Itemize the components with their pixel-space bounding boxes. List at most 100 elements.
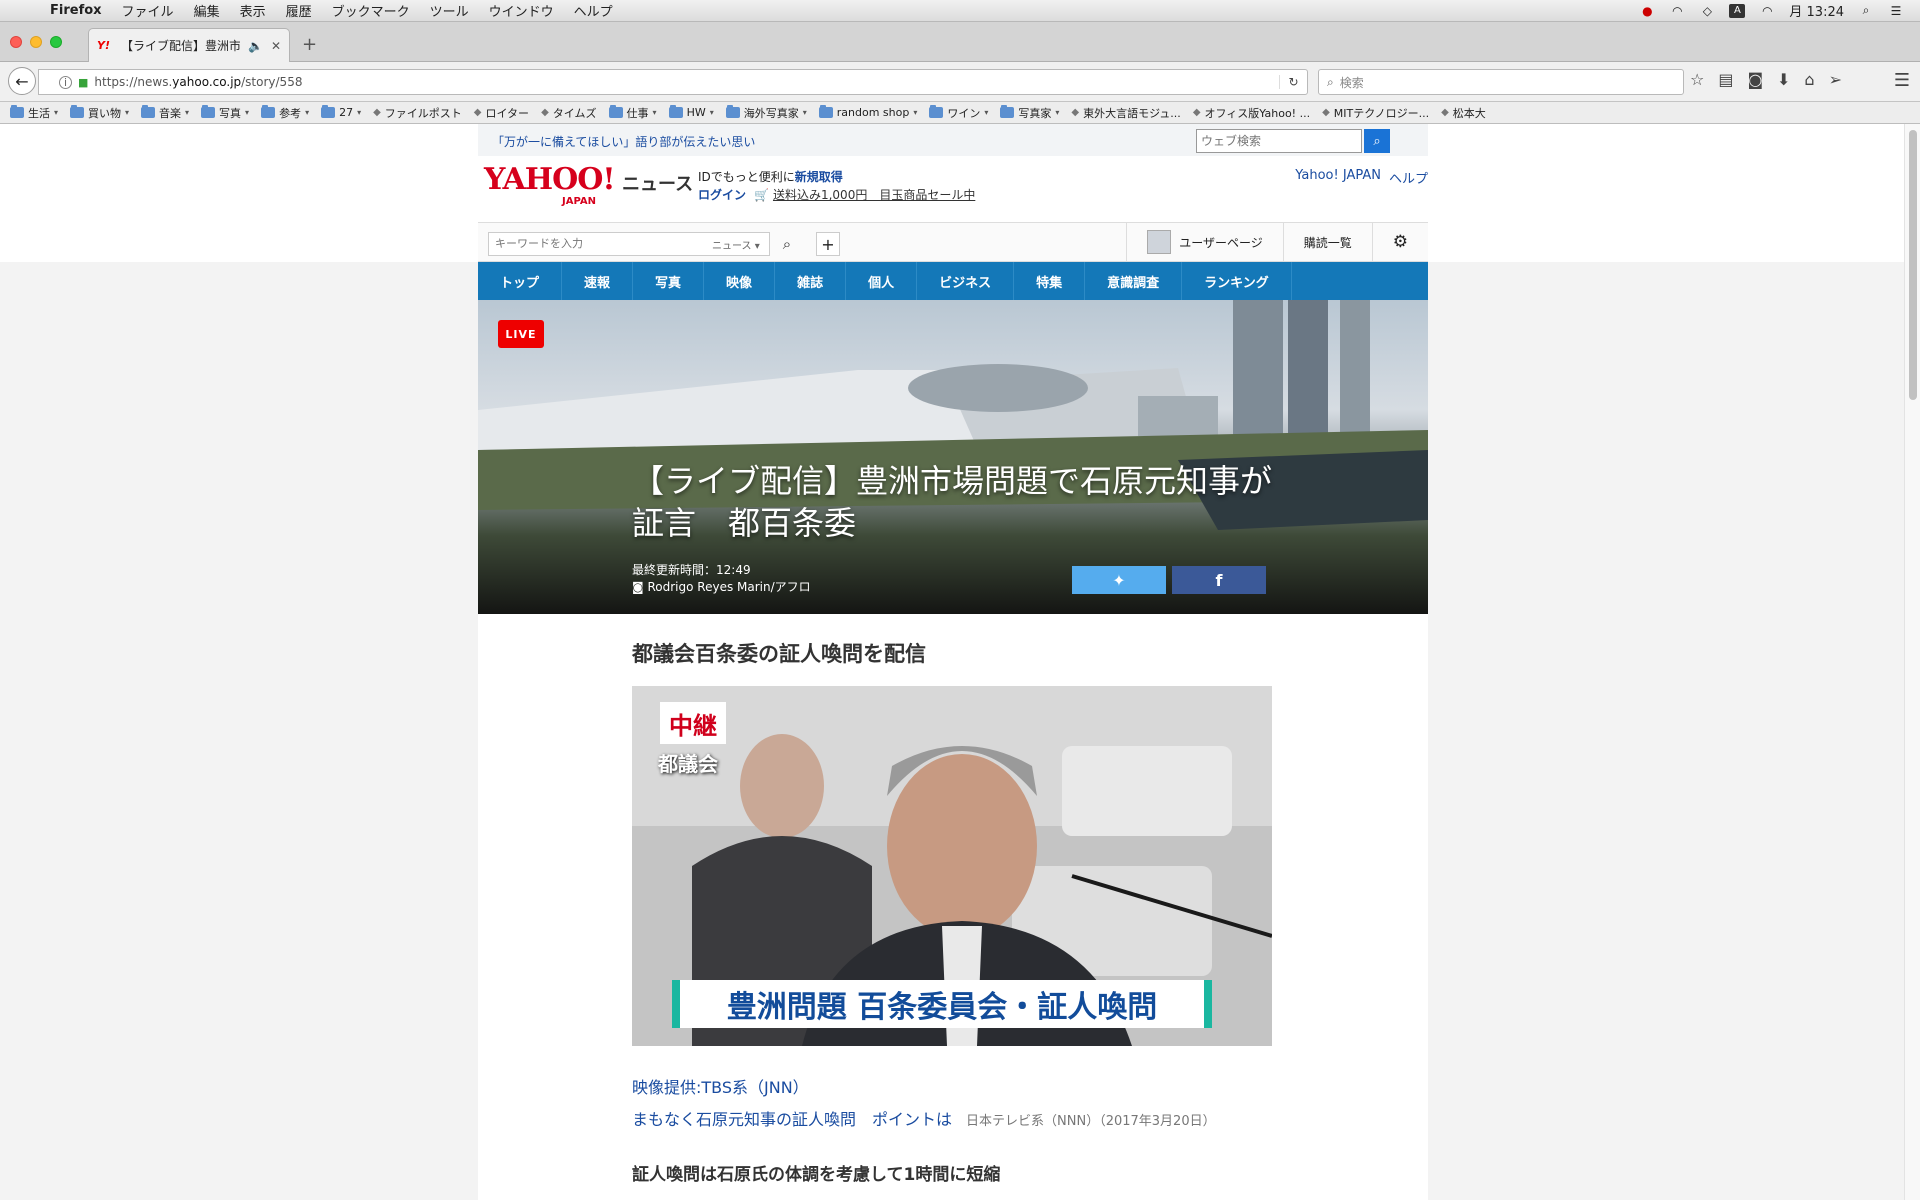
menu-bookmarks[interactable]: ブックマーク xyxy=(322,1,420,20)
web-search-input[interactable] xyxy=(1196,129,1362,153)
signup-link[interactable]: 新規取得 xyxy=(795,170,843,184)
yahoo-japan-link[interactable]: Yahoo! JAPAN xyxy=(1295,168,1381,187)
category-tab[interactable]: 写真 xyxy=(633,262,705,300)
airport-icon[interactable]: ◠ xyxy=(1759,4,1775,18)
spotlight-search-icon[interactable]: ⌕ xyxy=(1858,3,1874,18)
bookmark-item[interactable]: ◆ 東外大言語モジュ... xyxy=(1071,105,1180,121)
bookmark-item[interactable]: 仕事 ▾ xyxy=(608,105,657,121)
bookmark-item[interactable]: 買い物 ▾ xyxy=(70,105,129,121)
related-article-link[interactable]: まもなく石原元知事の証人喚問 ポイントは xyxy=(632,1110,952,1129)
category-tab[interactable]: 意識調査 xyxy=(1085,262,1183,300)
scrollbar-thumb[interactable] xyxy=(1909,130,1917,400)
close-window-button[interactable] xyxy=(10,36,22,48)
bookmark-item[interactable]: 27 ▾ xyxy=(321,105,361,119)
section-name[interactable]: ニュース xyxy=(622,170,693,196)
url-bar[interactable]: i ■ https://news.yahoo.co.jp/story/558 ↻ xyxy=(38,69,1308,95)
category-tab[interactable]: 速報 xyxy=(562,262,634,300)
pocket-icon[interactable]: ◙ xyxy=(1747,70,1763,89)
subscriptions-button[interactable]: 購読一覧 xyxy=(1282,223,1372,261)
category-tab[interactable]: トップ xyxy=(478,262,563,300)
menu-history[interactable]: 履歴 xyxy=(276,1,322,20)
send-icon[interactable]: ➢ xyxy=(1829,70,1842,89)
page-scrollbar[interactable] xyxy=(1904,124,1920,1200)
caret-down-icon: ▾ xyxy=(709,108,714,117)
user-page-button[interactable]: ユーザーページ xyxy=(1126,223,1283,261)
bookmark-item[interactable]: ◆ MITテクノロジー... xyxy=(1322,105,1429,121)
menu-help[interactable]: ヘルプ xyxy=(564,1,623,20)
zoom-window-button[interactable] xyxy=(50,36,62,48)
reload-icon[interactable]: ↻ xyxy=(1279,75,1307,89)
bookmark-item[interactable]: 写真 ▾ xyxy=(201,105,249,121)
login-row: ログイン 🛒 送料込み1,000円 目玉商品セール中 xyxy=(698,186,975,203)
web-search-button[interactable]: ⌕ xyxy=(1364,129,1390,153)
top-headline-link[interactable]: 「万が一に備えてほしい」語り部が伝えたい思い xyxy=(492,133,755,150)
category-tab[interactable]: 個人 xyxy=(846,262,918,300)
bookmark-item[interactable]: 音楽 ▾ xyxy=(141,105,189,121)
bookmark-item[interactable]: HW ▾ xyxy=(668,105,714,119)
reading-list-icon[interactable]: ▤ xyxy=(1718,70,1733,89)
category-tab[interactable]: ビジネス xyxy=(917,262,1015,300)
folder-icon xyxy=(321,105,336,118)
speaker-icon[interactable]: 🔈 xyxy=(248,39,263,53)
menu-file[interactable]: ファイル xyxy=(112,1,184,20)
login-link[interactable]: ログイン xyxy=(698,188,746,202)
sale-link[interactable]: 送料込み1,000円 目玉商品セール中 xyxy=(773,188,975,202)
menubar-clock[interactable]: 月 13:24 xyxy=(1789,1,1844,20)
bookmark-item[interactable]: 写真家 ▾ xyxy=(1000,105,1059,121)
back-button[interactable]: ← xyxy=(8,67,36,95)
live-video-player[interactable]: 中継 都議会 豊洲問題 百条委員会・証人喚問 xyxy=(632,686,1272,1046)
home-icon[interactable]: ⌂ xyxy=(1804,70,1814,89)
related-article-source: 日本テレビ系（NNN）（2017年3月20日） xyxy=(966,1114,1216,1129)
bookmark-item[interactable]: 海外写真家 ▾ xyxy=(725,105,807,121)
dropbox-icon[interactable]: ◇ xyxy=(1699,4,1715,18)
minimize-window-button[interactable] xyxy=(30,36,42,48)
help-link[interactable]: ヘルプ xyxy=(1389,168,1428,187)
downloads-icon[interactable]: ⬇ xyxy=(1777,70,1790,89)
bookmark-item[interactable]: ◆ タイムズ xyxy=(541,105,596,121)
bookmark-star-icon[interactable]: ☆ xyxy=(1690,70,1704,89)
bookmark-item[interactable]: ◆ オフィス版Yahoo! ... xyxy=(1193,105,1310,121)
bookmark-item[interactable]: ◆ 松本大 xyxy=(1441,105,1486,121)
folder-icon xyxy=(70,105,85,118)
bookmark-item[interactable]: ワイン ▾ xyxy=(929,105,988,121)
video-credit-link[interactable]: 映像提供:TBS系（JNN） xyxy=(632,1074,1272,1098)
add-button[interactable]: + xyxy=(816,232,840,256)
twitter-share-button[interactable]: ✦ xyxy=(1072,566,1166,594)
menu-window[interactable]: ウインドウ xyxy=(479,1,564,20)
bookmark-item[interactable]: 生活 ▾ xyxy=(10,105,58,121)
folder-icon xyxy=(141,105,156,118)
hamburger-menu-icon[interactable]: ☰ xyxy=(1894,70,1910,91)
category-tab[interactable]: 雑誌 xyxy=(775,262,847,300)
keyword-search-button[interactable]: ⌕ xyxy=(774,232,800,256)
input-method-icon[interactable]: A xyxy=(1729,3,1746,18)
twitter-bird-icon: ✦ xyxy=(1112,570,1126,590)
new-tab-button[interactable]: + xyxy=(302,34,317,55)
yahoo-logo[interactable]: YAHOO! xyxy=(484,162,616,197)
category-tab[interactable]: 特集 xyxy=(1014,262,1086,300)
menu-edit[interactable]: 編集 xyxy=(184,1,230,20)
search-scope-dropdown[interactable]: ニュース ▾ xyxy=(712,237,760,252)
bookmark-item[interactable]: 参考 ▾ xyxy=(261,105,309,121)
tab-active[interactable]: Y! 【ライブ配信】豊洲市… 🔈 ✕ xyxy=(88,28,290,62)
settings-button[interactable]: ⚙ xyxy=(1371,223,1428,261)
browser-search-bar[interactable]: ⌕ 検索 xyxy=(1318,69,1684,95)
menu-view[interactable]: 表示 xyxy=(230,1,276,20)
bookmark-label: 写真家 xyxy=(1018,106,1052,120)
close-tab-icon[interactable]: ✕ xyxy=(271,39,281,53)
menu-tools[interactable]: ツール xyxy=(420,1,479,20)
bookmark-item[interactable]: random shop ▾ xyxy=(818,105,917,119)
bookmark-item[interactable]: ◆ ファイルポスト xyxy=(373,105,462,121)
url-text[interactable]: https://news.yahoo.co.jp/story/558 xyxy=(94,75,1273,89)
tab-strip: Y! 【ライブ配信】豊洲市… 🔈 ✕ + xyxy=(0,22,1920,62)
facebook-f-icon: f xyxy=(1215,570,1223,590)
info-icon[interactable]: i xyxy=(59,75,72,89)
category-tab[interactable]: ランキング xyxy=(1182,262,1292,300)
facebook-share-button[interactable]: f xyxy=(1172,566,1266,594)
bookmark-item[interactable]: ◆ ロイター xyxy=(474,105,529,121)
menu-app-firefox[interactable]: Firefox xyxy=(40,3,112,18)
creative-cloud-icon[interactable]: ● xyxy=(1639,4,1655,18)
site-favicon-icon: ◆ xyxy=(373,107,381,118)
wifi-icon[interactable]: ◠ xyxy=(1669,4,1685,18)
notification-center-icon[interactable]: ☰ xyxy=(1888,4,1904,18)
category-tab[interactable]: 映像 xyxy=(704,262,776,300)
